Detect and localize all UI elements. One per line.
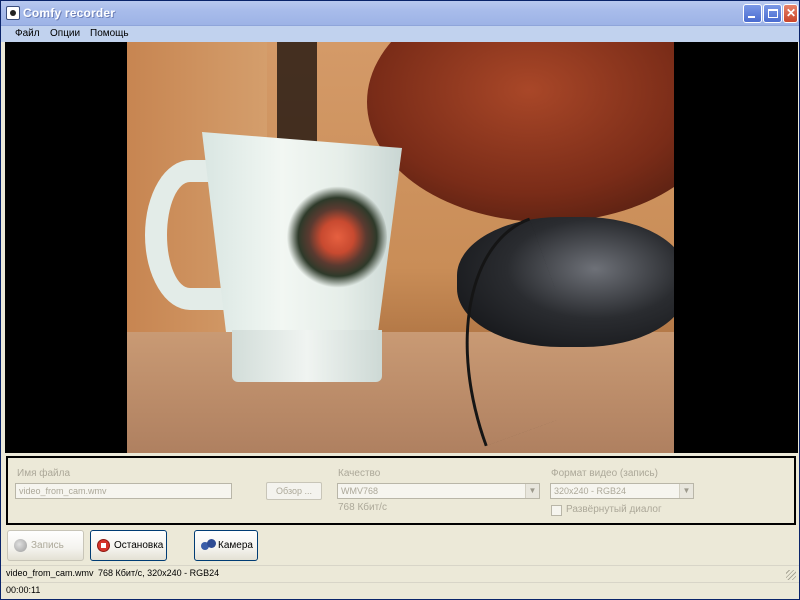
browse-button[interactable]: Обзор ... (266, 482, 322, 500)
chevron-down-icon[interactable]: ▼ (525, 484, 539, 498)
chevron-down-icon[interactable]: ▼ (679, 484, 693, 498)
status-bar-time: 00:00:11 (1, 582, 799, 599)
stop-button[interactable]: Остановка (90, 530, 167, 561)
webcam-app-icon[interactable] (6, 6, 20, 20)
menu-help[interactable]: Помощь (90, 28, 129, 39)
maximize-button[interactable] (763, 4, 782, 23)
menu-bar: Файл Опции Помощь (1, 26, 799, 42)
format-label: Формат видео (запись) (551, 468, 658, 479)
format-select[interactable]: 320x240 - RGB24 ▼ (550, 483, 694, 499)
stop-icon (97, 539, 110, 552)
quality-select[interactable]: WMV768 ▼ (337, 483, 540, 499)
window-title: Comfy recorder (23, 6, 116, 20)
camera-button[interactable]: Камера (194, 530, 258, 561)
minimize-icon (748, 16, 755, 18)
background-object (367, 42, 674, 222)
settings-panel: Имя файла video_from_cam.wmv Обзор ... К… (6, 456, 796, 525)
quality-select-value: WMV768 (341, 486, 379, 496)
filename-field[interactable]: video_from_cam.wmv (15, 483, 232, 499)
expanded-dialog-checkbox[interactable] (551, 505, 562, 516)
app-window: Comfy recorder ✕ Файл Опции Помощь Имя ф… (0, 0, 800, 600)
record-button-label: Запись (31, 540, 64, 551)
camera-users-icon (201, 539, 216, 552)
format-select-value: 320x240 - RGB24 (554, 486, 627, 496)
status-info: 768 Кбит/с, 320x240 - RGB24 (98, 568, 220, 578)
close-icon: ✕ (786, 6, 797, 20)
status-bar-info: video_from_cam.wmv 768 Кбит/с, 320x240 -… (1, 565, 799, 582)
resize-grip[interactable] (786, 570, 796, 580)
stop-button-label: Остановка (114, 540, 164, 551)
record-icon (14, 539, 27, 552)
quality-label: Качество (338, 468, 381, 479)
video-preview-area (5, 42, 798, 453)
minimize-button[interactable] (743, 4, 762, 23)
status-file: video_from_cam.wmv (6, 568, 94, 578)
maximize-icon (768, 9, 778, 18)
elapsed-time: 00:00:11 (6, 585, 41, 595)
close-button[interactable]: ✕ (783, 4, 798, 23)
record-button[interactable]: Запись (7, 530, 84, 561)
expanded-dialog-label: Развёрнутый диалог (566, 504, 662, 515)
menu-file[interactable]: Файл (15, 28, 40, 39)
title-bar[interactable]: Comfy recorder ✕ (1, 1, 799, 26)
webcam-preview (127, 42, 674, 453)
menu-options[interactable]: Опции (50, 28, 80, 39)
quality-bitrate: 768 Кбит/с (338, 502, 387, 513)
mug-base-image (232, 330, 382, 382)
filename-label: Имя файла (17, 468, 71, 479)
camera-button-label: Камера (218, 540, 253, 551)
mug-print-image (277, 182, 387, 292)
